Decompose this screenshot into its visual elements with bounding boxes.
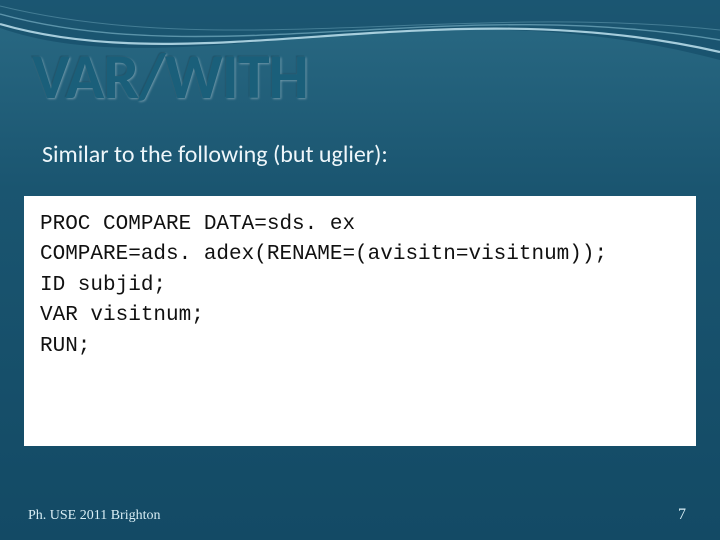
footer-event: Ph. USE 2011 Brighton bbox=[28, 508, 161, 524]
slide-title: VAR/WITH bbox=[32, 38, 308, 116]
code-block: PROC COMPARE DATA=sds. ex COMPARE=ads. a… bbox=[24, 196, 696, 446]
slide-subtitle: Similar to the following (but uglier): bbox=[42, 140, 388, 169]
page-number: 7 bbox=[678, 506, 686, 524]
